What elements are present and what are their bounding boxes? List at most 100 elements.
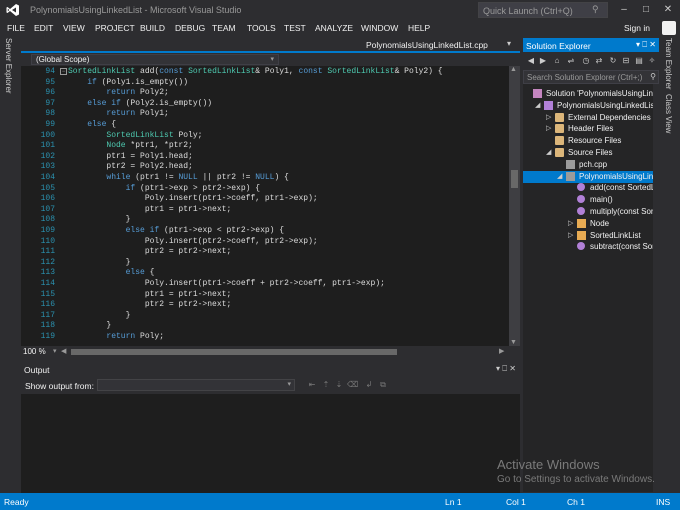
code-line[interactable]: 101 Node *ptr1, *ptr2;: [21, 141, 509, 152]
solution-explorer-search-input[interactable]: Search Solution Explorer (Ctrl+;) ⚲: [523, 70, 659, 84]
code-line[interactable]: 108 }: [21, 215, 509, 226]
code-line[interactable]: 110 Poly.insert(ptr2->coeff, ptr2->exp);: [21, 237, 509, 248]
properties-icon[interactable]: ▤: [634, 56, 644, 66]
expand-arrow-icon[interactable]: ◢: [557, 172, 562, 180]
menu-team[interactable]: TEAM: [212, 23, 236, 33]
collapse-all-icon[interactable]: ⊟: [621, 56, 631, 66]
solution-explorer-controls[interactable]: ▾ ⎕ ✕: [636, 40, 656, 50]
tree-item[interactable]: ▷ External Dependencies: [523, 112, 659, 124]
code-line[interactable]: 113 else {: [21, 268, 509, 279]
tab-dropdown-icon[interactable]: ▾: [507, 39, 511, 48]
word-wrap-icon[interactable]: ↲: [364, 380, 374, 390]
toggle-wrap-icon[interactable]: ⧉: [378, 380, 388, 390]
expand-arrow-icon[interactable]: ▷: [546, 113, 551, 121]
code-editor[interactable]: 94− SortedLinkList add(const SortedLinkLi…: [21, 66, 509, 346]
clear-all-icon[interactable]: ⌫: [347, 380, 358, 390]
zoom-level[interactable]: 100 %: [23, 347, 46, 356]
forward-icon[interactable]: ▶: [538, 56, 548, 66]
server-explorer-tab[interactable]: Server Explorer: [0, 36, 20, 96]
expand-arrow-icon[interactable]: ◢: [535, 101, 540, 109]
quick-launch-input[interactable]: Quick Launch (Ctrl+Q) ⚲: [478, 2, 608, 18]
code-line[interactable]: 114 Poly.insert(ptr1->coeff + ptr2->coef…: [21, 279, 509, 290]
menu-view[interactable]: VIEW: [63, 23, 85, 33]
settings-icon[interactable]: ✧: [647, 56, 657, 66]
code-line[interactable]: 107 ptr1 = ptr1->next;: [21, 205, 509, 216]
tree-item[interactable]: add(const SortedLinkList&: [523, 182, 659, 194]
expand-arrow-icon[interactable]: ▷: [546, 124, 551, 132]
chevron-down-icon[interactable]: ▾: [53, 347, 57, 355]
menu-project[interactable]: PROJECT: [95, 23, 135, 33]
code-line[interactable]: 117 }: [21, 311, 509, 322]
code-line[interactable]: 104 while (ptr1 != NULL || ptr2 != NULL)…: [21, 173, 509, 184]
code-line[interactable]: 102 ptr1 = Poly1.head;: [21, 152, 509, 163]
code-line[interactable]: 98 return Poly1;: [21, 109, 509, 120]
next-message-icon[interactable]: ⇣: [334, 380, 344, 390]
document-tab[interactable]: PolynomialsUsingLinkedList.cpp: [362, 38, 502, 52]
tree-item[interactable]: Solution 'PolynomialsUsingLinkedList': [523, 88, 659, 100]
tree-item[interactable]: ▷ SortedLinkList: [523, 230, 659, 242]
menu-debug[interactable]: DEBUG: [175, 23, 205, 33]
home-icon[interactable]: ⌂: [552, 56, 562, 66]
code-line[interactable]: 95 if (Poly1.is_empty()): [21, 78, 509, 89]
user-icon[interactable]: [662, 21, 676, 35]
pending-changes-icon[interactable]: ⇄: [594, 56, 604, 66]
tree-item[interactable]: subtract(const SortedLinkL: [523, 241, 659, 253]
show-output-dropdown[interactable]: ▾: [97, 379, 295, 391]
menu-test[interactable]: TEST: [284, 23, 306, 33]
code-line[interactable]: 109 else if (ptr1->exp < ptr2->exp) {: [21, 226, 509, 237]
minimize-button[interactable]: –: [617, 3, 631, 17]
tree-item[interactable]: ▷ Header Files: [523, 123, 659, 135]
expand-arrow-icon[interactable]: ◢: [546, 148, 551, 156]
menu-help[interactable]: HELP: [408, 23, 430, 33]
code-line[interactable]: 115 ptr1 = ptr1->next;: [21, 290, 509, 301]
output-content[interactable]: [21, 394, 520, 493]
code-line[interactable]: 103 ptr2 = Poly2.head;: [21, 162, 509, 173]
horizontal-scrollbar-thumb[interactable]: [71, 349, 397, 355]
tree-item[interactable]: Resource Files: [523, 135, 659, 147]
tree-item[interactable]: main(): [523, 194, 659, 206]
code-line[interactable]: 116 ptr2 = ptr2->next;: [21, 300, 509, 311]
expand-arrow-icon[interactable]: ▷: [568, 231, 573, 239]
code-line[interactable]: 106 Poly.insert(ptr1->coeff, ptr1->exp);: [21, 194, 509, 205]
menu-tools[interactable]: TOOLS: [247, 23, 276, 33]
scope-dropdown[interactable]: (Global Scope) ▾: [31, 54, 279, 65]
back-icon[interactable]: ◀: [526, 56, 536, 66]
menu-edit[interactable]: EDIT: [34, 23, 53, 33]
scroll-left-icon[interactable]: ◀: [61, 347, 66, 355]
tree-item[interactable]: ◢ PolynomialsUsingLinkedList.cpp: [523, 170, 659, 183]
refresh-icon[interactable]: ↻: [608, 56, 618, 66]
menu-build[interactable]: BUILD: [140, 23, 165, 33]
sync-icon[interactable]: ⇌: [566, 56, 576, 66]
class-view-tab[interactable]: Class View: [664, 94, 673, 133]
menu-window[interactable]: WINDOW: [361, 23, 398, 33]
tree-item[interactable]: pch.cpp: [523, 159, 659, 171]
code-line[interactable]: 118 }: [21, 321, 509, 332]
code-line[interactable]: 94− SortedLinkList add(const SortedLinkLi…: [21, 67, 509, 78]
team-explorer-tab[interactable]: Team Explorer: [664, 38, 673, 90]
sign-in-link[interactable]: Sign in: [624, 23, 650, 33]
code-line[interactable]: 99 else {: [21, 120, 509, 131]
close-button[interactable]: ✕: [661, 3, 675, 17]
menu-analyze[interactable]: ANALYZE: [315, 23, 353, 33]
find-message-icon[interactable]: ⇤: [307, 380, 317, 390]
code-line[interactable]: 111 ptr2 = ptr2->next;: [21, 247, 509, 258]
code-line[interactable]: 100 SortedLinkList Poly;: [21, 131, 509, 142]
editor-vertical-scrollbar[interactable]: ▲ ▼: [509, 66, 520, 346]
code-line[interactable]: 97 else if (Poly2.is_empty()): [21, 99, 509, 110]
previous-message-icon[interactable]: ⇡: [321, 380, 331, 390]
menu-file[interactable]: FILE: [7, 23, 25, 33]
tree-item[interactable]: ◢ PolynomialsUsingLinkedList: [523, 100, 659, 112]
code-line[interactable]: 96 return Poly2;: [21, 88, 509, 99]
scroll-down-icon[interactable]: ▼: [510, 339, 517, 346]
output-window-controls[interactable]: ▾ ⎕ ✕: [496, 364, 516, 374]
maximize-button[interactable]: □: [639, 3, 653, 17]
code-line[interactable]: 105 if (ptr1->exp > ptr2->exp) {: [21, 184, 509, 195]
tree-item[interactable]: ◢ Source Files: [523, 147, 659, 159]
scrollbar-thumb[interactable]: [511, 170, 518, 188]
tree-item[interactable]: ▷ Node: [523, 218, 659, 230]
expand-arrow-icon[interactable]: ▷: [568, 219, 573, 227]
scroll-right-icon[interactable]: ▶: [499, 347, 504, 355]
code-line[interactable]: 119 return Poly;: [21, 332, 509, 343]
code-line[interactable]: 112 }: [21, 258, 509, 269]
scroll-up-icon[interactable]: ▲: [510, 66, 517, 73]
